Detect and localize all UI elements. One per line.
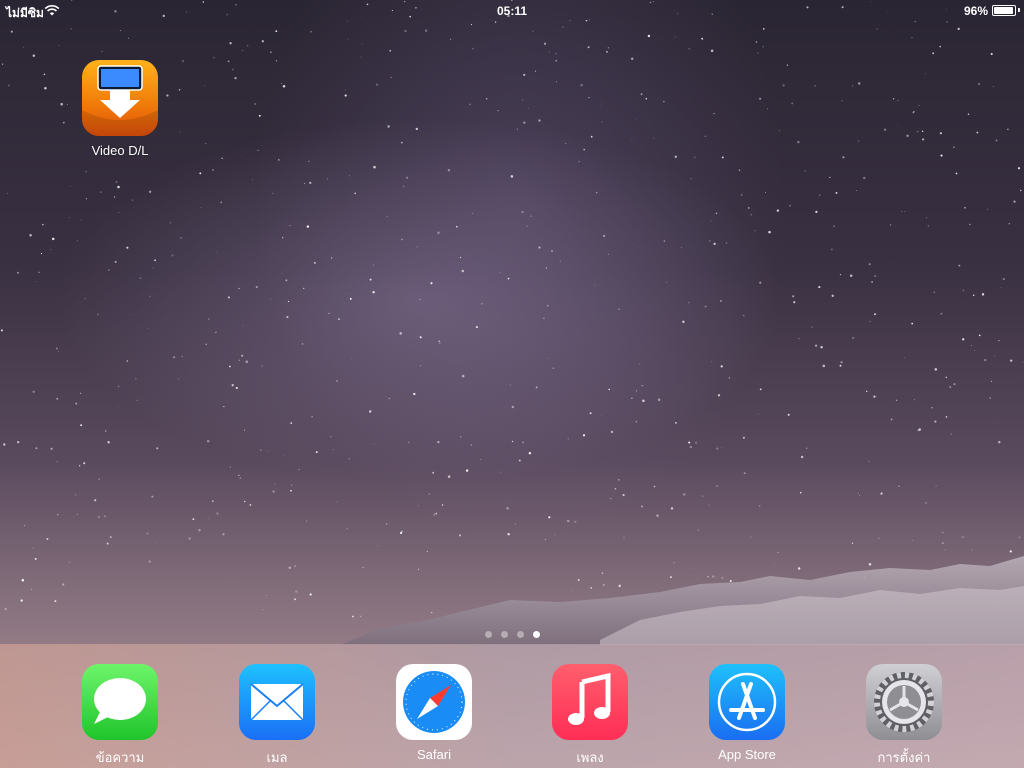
app-label: การตั้งค่า	[877, 750, 931, 765]
video-download-icon	[82, 60, 158, 136]
app-video-dl[interactable]: Video D/L	[60, 60, 180, 158]
app-store-icon	[709, 664, 785, 740]
app-label: Safari	[417, 747, 451, 762]
page-dot[interactable]	[500, 631, 508, 638]
battery-icon	[992, 5, 1016, 16]
music-icon	[552, 664, 628, 740]
dock-app-mail[interactable]: เมล	[217, 664, 337, 768]
dock-app-safari[interactable]: Safari	[374, 664, 494, 762]
page-dot-active[interactable]	[532, 631, 540, 638]
battery-percentage: 96%	[963, 4, 988, 18]
messages-icon	[82, 664, 158, 740]
app-label: ข้อความ	[95, 750, 145, 765]
app-label: เพลง	[576, 750, 604, 765]
dock-app-music[interactable]: เพลง	[530, 664, 650, 768]
page-dot[interactable]	[516, 631, 524, 638]
safari-icon	[396, 664, 472, 740]
clock: 05:11	[496, 4, 528, 18]
settings-icon	[866, 664, 942, 740]
app-label: เมล	[266, 750, 288, 765]
dock-app-settings[interactable]: การตั้งค่า	[844, 664, 964, 768]
app-label: Video D/L	[91, 143, 149, 158]
page-indicator[interactable]	[0, 631, 1024, 638]
dock-app-messages[interactable]: ข้อความ	[60, 664, 180, 768]
status-bar: ไม่มีซิม 05:11 96%	[0, 0, 1024, 20]
mail-icon	[239, 664, 315, 740]
page-dot[interactable]	[484, 631, 492, 638]
app-label: App Store	[718, 747, 776, 762]
dock-app-app-store[interactable]: App Store	[687, 664, 807, 762]
